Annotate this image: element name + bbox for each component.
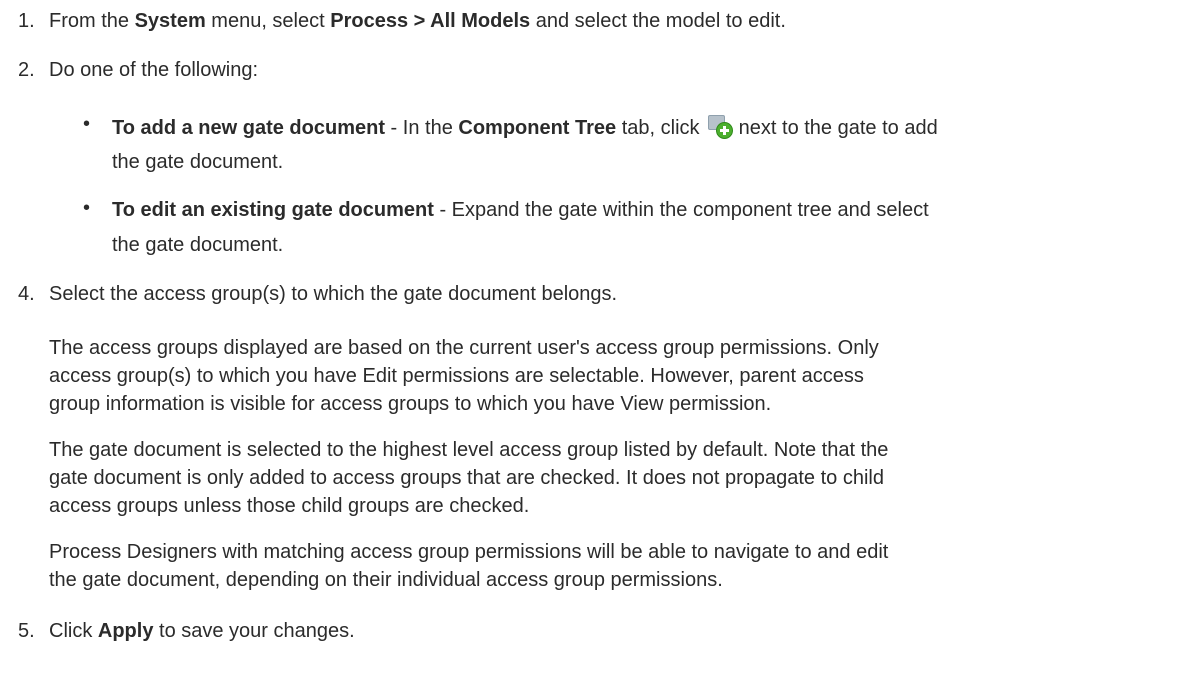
add-gate-document-icon: [707, 115, 734, 139]
access-groups-paragraph-line-1: The access groups displayed are based on…: [49, 337, 879, 359]
step-1-text: From the System menu, select Process > A…: [49, 9, 786, 33]
bullet-add-gate-document-line2: the gate document.: [112, 151, 284, 173]
text: Click: [49, 620, 98, 642]
access-groups-paragraph-line-2: access group(s) to which you have Edit p…: [49, 365, 864, 387]
add-gate-document-heading: To add a new gate document: [112, 117, 385, 139]
text: to save your changes.: [153, 620, 355, 642]
step-number-5: 5.: [18, 620, 35, 642]
text: and select the model to edit.: [530, 10, 786, 32]
process-designers-paragraph-line-2: the gate document, depending on their in…: [49, 569, 723, 591]
text: From the: [49, 10, 135, 32]
step-number-4: 4.: [18, 283, 35, 305]
bullet-marker: •: [83, 113, 91, 135]
step-2-text: Do one of the following:: [49, 59, 259, 81]
text: - In the: [385, 117, 459, 139]
bullet-edit-gate-document-line2: the gate document.: [112, 234, 284, 256]
text: tab, click: [616, 117, 706, 139]
bullet-edit-gate-document: To edit an existing gate document - Expa…: [112, 198, 929, 222]
process-all-models-label: Process > All Models: [330, 10, 531, 32]
access-groups-paragraph-line-3: group information is visible for access …: [49, 393, 772, 415]
bullet-marker: •: [83, 197, 91, 219]
text: [716, 122, 734, 139]
default-access-paragraph-line-1: The gate document is selected to the hig…: [49, 439, 889, 461]
apply-label: Apply: [97, 620, 154, 642]
step-number-2: 2.: [18, 59, 35, 81]
edit-gate-document-heading: To edit an existing gate document: [112, 199, 434, 221]
process-designers-paragraph-line-1: Process Designers with matching access g…: [49, 541, 889, 563]
default-access-paragraph-line-3: access groups unless those child groups …: [49, 495, 530, 517]
step-5-text: Click Apply to save your changes.: [49, 619, 355, 643]
text: menu, select: [205, 10, 331, 32]
default-access-paragraph-line-2: gate document is only added to access gr…: [49, 467, 884, 489]
bullet-add-gate-document: To add a new gate document - In the Comp…: [112, 115, 938, 140]
step-number-1: 1.: [18, 10, 35, 32]
text: - Expand the gate within the component t…: [433, 199, 929, 221]
step-4-text: Select the access group(s) to which the …: [49, 283, 618, 305]
component-tree-label: Component Tree: [458, 117, 617, 139]
text: next to the gate to add: [733, 117, 938, 139]
system-menu-label: System: [134, 10, 206, 32]
